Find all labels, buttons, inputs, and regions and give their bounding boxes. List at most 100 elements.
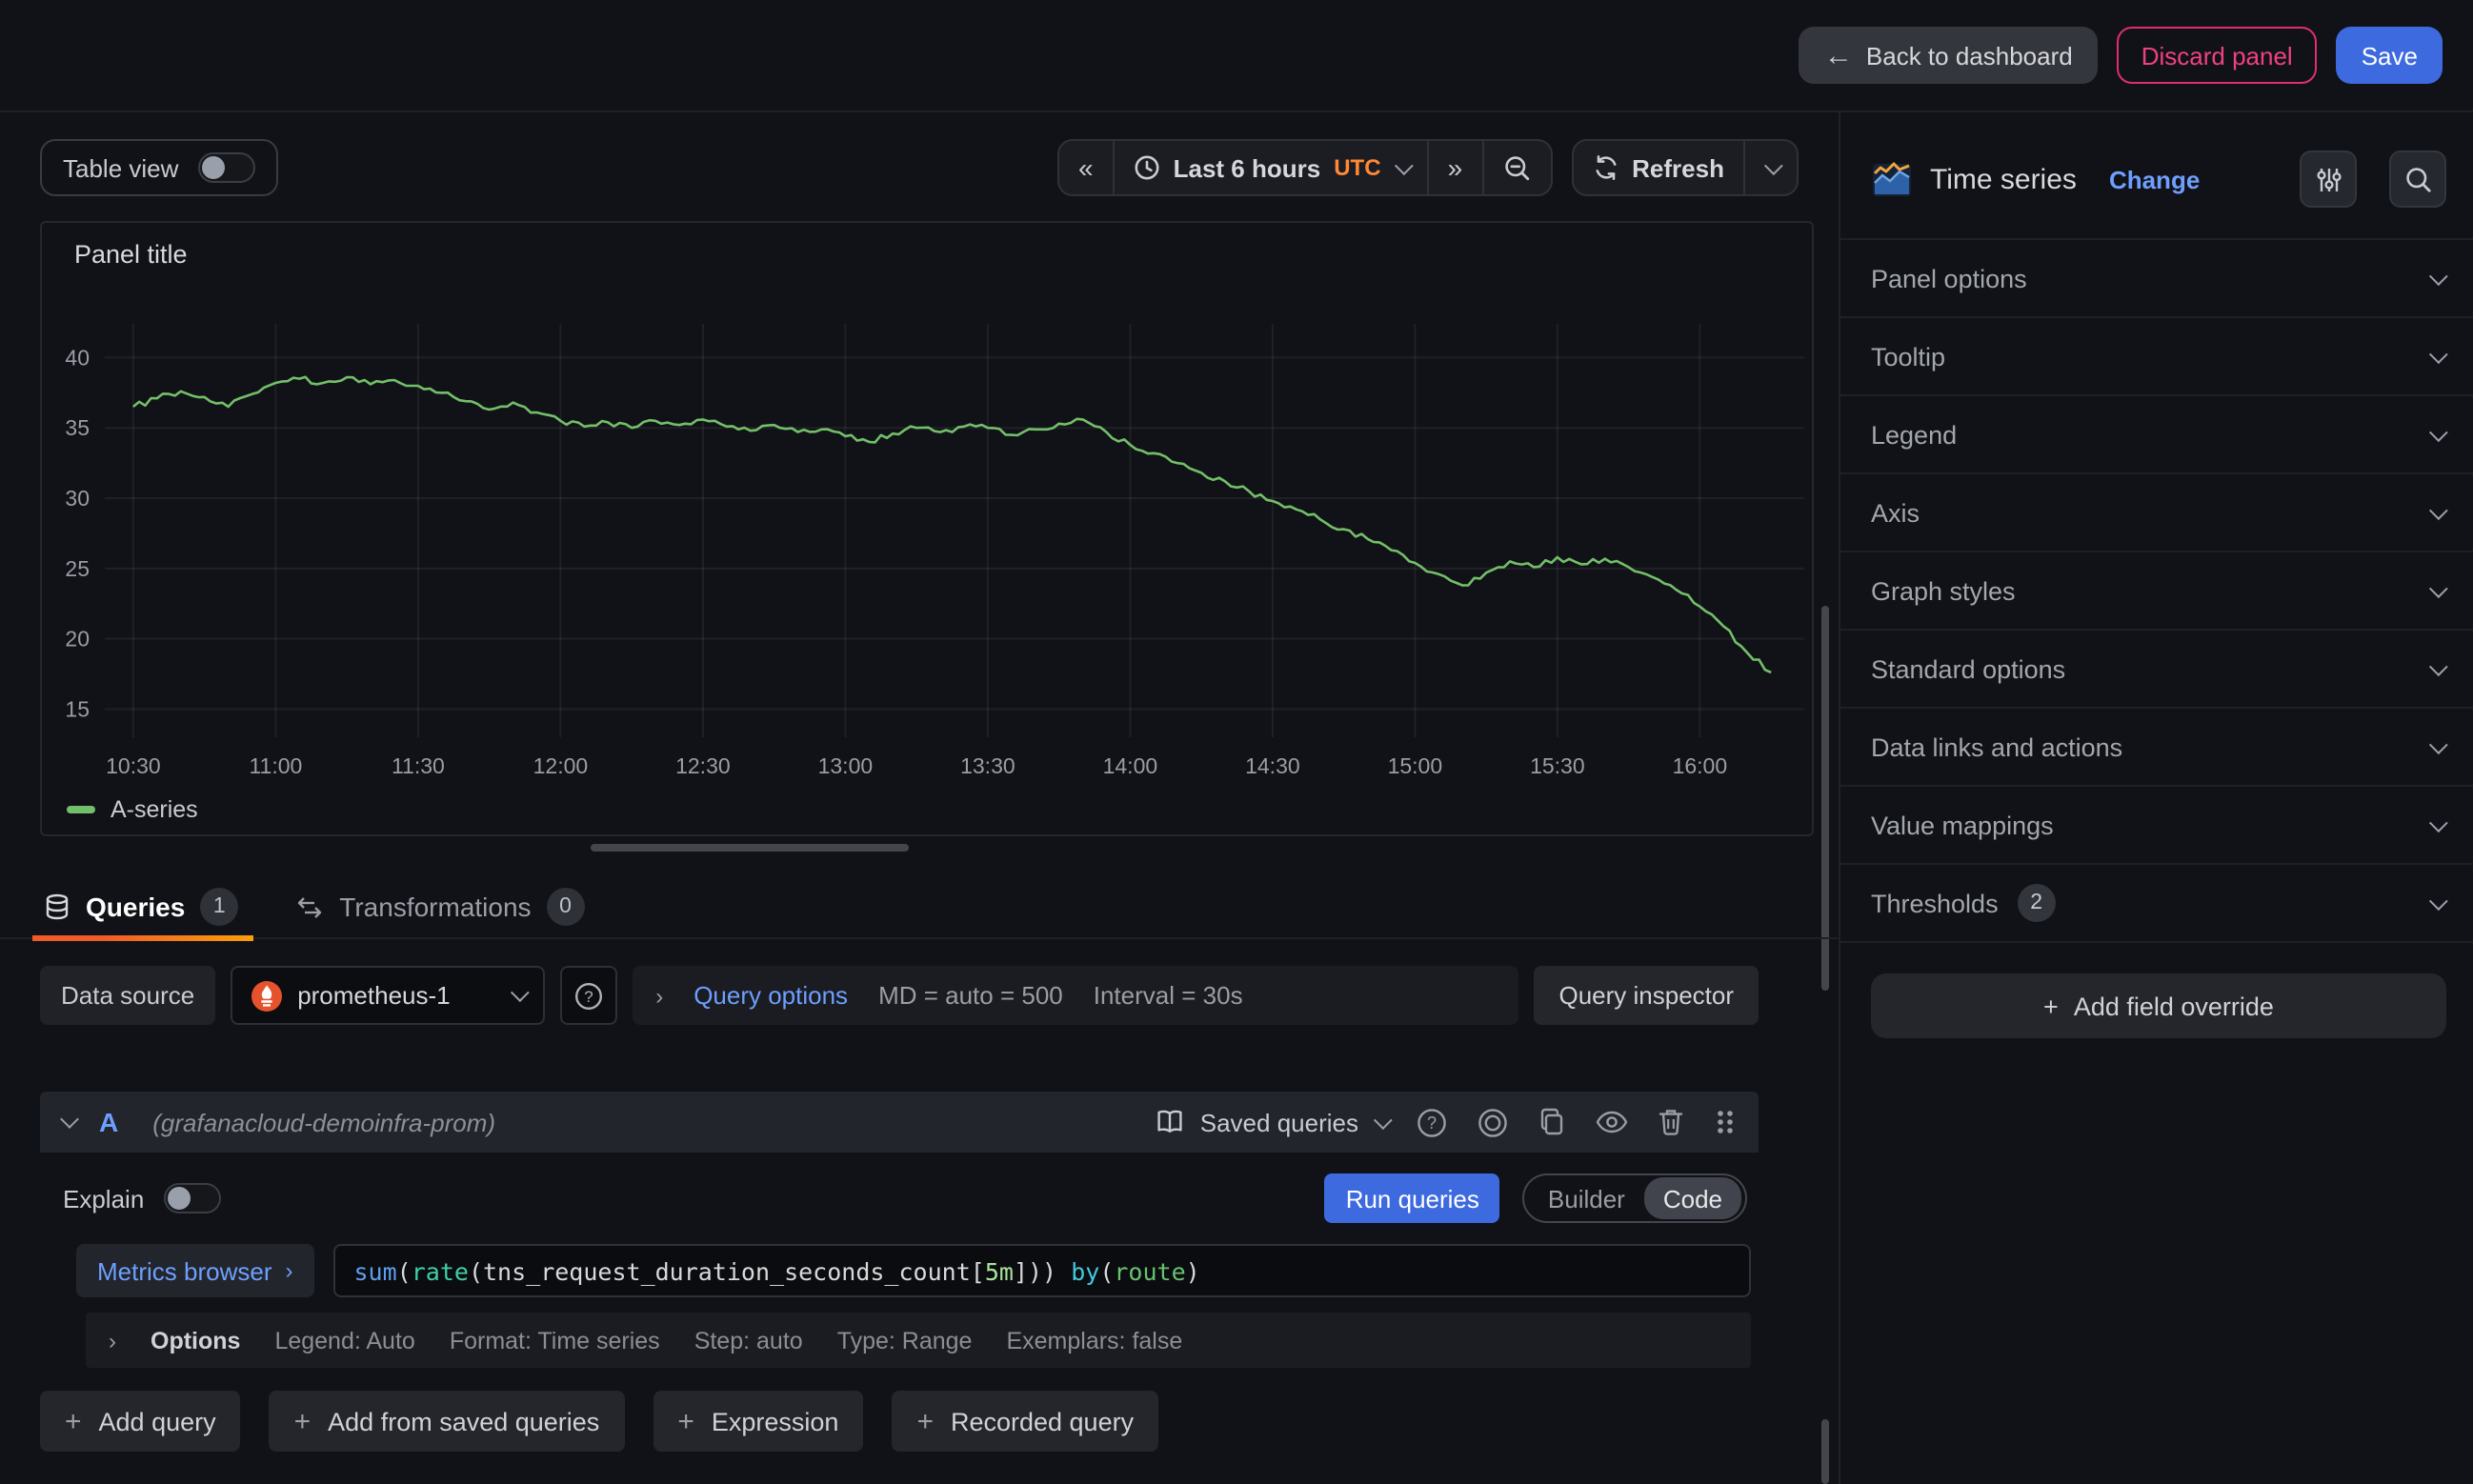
chevron-down-icon	[1394, 155, 1413, 174]
section-standard-options[interactable]: Standard options	[1840, 631, 2473, 709]
filter-options-button[interactable]	[2300, 150, 2357, 208]
series-color-swatch	[67, 806, 95, 813]
save-button[interactable]: Save	[2337, 27, 2443, 84]
tab-transformations[interactable]: Transformations 0	[292, 875, 588, 938]
table-view-toggle[interactable]: Table view	[40, 139, 277, 196]
plus-icon: +	[677, 1405, 694, 1437]
run-queries-button[interactable]: Run queries	[1325, 1173, 1500, 1223]
query-ref-id: A	[99, 1107, 118, 1137]
refresh-button[interactable]: Refresh	[1573, 141, 1745, 194]
series-name: A-series	[111, 796, 198, 823]
query-editor-row: A (grafanacloud-demoinfra-prom) Saved qu…	[40, 1092, 1759, 1368]
options-sections: Panel options Tooltip Legend Axis Graph …	[1840, 238, 2473, 943]
active-tab-underline	[32, 934, 253, 940]
query-datasource-hint: (grafanacloud-demoinfra-prom)	[152, 1108, 1132, 1136]
builder-code-switcher: Builder Code	[1523, 1173, 1747, 1223]
search-options-button[interactable]	[2389, 150, 2446, 208]
explain-switch[interactable]	[163, 1183, 220, 1213]
query-expression-row: Metrics browser › sum ( rate ( tns_reque…	[76, 1244, 1759, 1297]
horizontal-scrollbar[interactable]	[591, 844, 909, 852]
time-range-button[interactable]: Last 6 hours UTC	[1115, 141, 1429, 194]
drag-handle-icon[interactable]	[1713, 1107, 1736, 1137]
query-row-header[interactable]: A (grafanacloud-demoinfra-prom) Saved qu…	[40, 1092, 1759, 1153]
grafana-panel-editor: ← Back to dashboard Discard panel Save T…	[0, 0, 2473, 1484]
panel-title: Panel title	[74, 240, 188, 269]
section-thresholds[interactable]: Thresholds 2	[1840, 865, 2473, 943]
transformations-count-badge: 0	[547, 888, 585, 926]
chevron-right-icon: ›	[109, 1327, 116, 1354]
refresh-icon	[1592, 154, 1619, 181]
metrics-browser-button[interactable]: Metrics browser ›	[76, 1244, 314, 1297]
panel-preview[interactable]: Panel title 10:3011:0011:3012:0012:3013:…	[40, 221, 1814, 836]
time-controls: « Last 6 hours UTC »	[1057, 139, 1799, 196]
saved-queries-dropdown[interactable]: Saved queries	[1155, 1108, 1387, 1136]
chevron-down-icon	[2429, 500, 2448, 519]
add-recorded-query-button[interactable]: + Recorded query	[892, 1391, 1158, 1452]
hide-response-icon[interactable]	[1595, 1109, 1629, 1135]
section-axis[interactable]: Axis	[1840, 474, 2473, 552]
svg-text:16:00: 16:00	[1673, 753, 1728, 778]
datasource-help-button[interactable]: ?	[560, 966, 617, 1025]
code-option[interactable]: Code	[1644, 1177, 1741, 1219]
svg-text:?: ?	[584, 987, 593, 1005]
section-graph-styles[interactable]: Graph styles	[1840, 552, 2473, 631]
table-view-switch[interactable]	[197, 152, 254, 183]
svg-text:14:00: 14:00	[1103, 753, 1158, 778]
query-row-body: Explain Run queries Builder Code	[40, 1153, 1759, 1368]
prometheus-icon	[251, 980, 282, 1011]
change-viz-link[interactable]: Change	[2109, 165, 2267, 193]
add-from-saved-queries-button[interactable]: + Add from saved queries	[270, 1391, 625, 1452]
svg-text:10:30: 10:30	[106, 753, 161, 778]
query-row-actions: Saved queries ?	[1155, 1106, 1736, 1138]
section-panel-options[interactable]: Panel options	[1840, 240, 2473, 318]
datasource-name: prometheus-1	[297, 981, 495, 1010]
builder-option[interactable]: Builder	[1529, 1184, 1644, 1213]
plus-icon: +	[294, 1405, 312, 1437]
query-options-collapse[interactable]: › Query options MD = auto = 500 Interval…	[633, 966, 1518, 1025]
zoom-out-icon	[1502, 153, 1531, 182]
zoom-out-button[interactable]	[1483, 141, 1550, 194]
max-data-points: MD = auto = 500	[878, 981, 1063, 1010]
add-expression-button[interactable]: + Expression	[653, 1391, 863, 1452]
collapse-chevron-icon[interactable]	[60, 1110, 79, 1129]
time-shift-forward-button[interactable]: »	[1429, 141, 1484, 194]
time-series-viz-icon	[1871, 158, 1913, 200]
time-series-chart[interactable]: 10:3011:0011:3012:0012:3013:0013:3014:00…	[42, 276, 1812, 832]
time-shift-back-button[interactable]: «	[1059, 141, 1115, 194]
visualization-header: Time series Change	[1840, 112, 2473, 208]
tab-queries[interactable]: Queries 1	[40, 875, 242, 938]
promql-expression-input[interactable]: sum ( rate ( tns_request_duration_second…	[333, 1244, 1752, 1297]
help-icon[interactable]: ?	[1416, 1106, 1448, 1138]
panel-toolbar: Table view « Last 6 hours UTC	[40, 139, 1799, 196]
add-query-button[interactable]: + Add query	[40, 1391, 241, 1452]
query-options-row[interactable]: › Options Legend: Auto Format: Time seri…	[86, 1313, 1751, 1368]
discard-panel-button[interactable]: Discard panel	[2117, 27, 2318, 84]
section-tooltip[interactable]: Tooltip	[1840, 318, 2473, 396]
section-value-mappings[interactable]: Value mappings	[1840, 787, 2473, 865]
book-icon	[1155, 1109, 1185, 1135]
top-bar: ← Back to dashboard Discard panel Save	[0, 0, 2473, 112]
duplicate-query-icon[interactable]	[1538, 1107, 1566, 1137]
chevron-down-icon	[511, 983, 530, 1002]
delete-query-icon[interactable]	[1658, 1107, 1684, 1137]
back-to-dashboard-button[interactable]: ← Back to dashboard	[1799, 27, 2098, 84]
sliders-icon	[2314, 165, 2342, 193]
refresh-interval-dropdown[interactable]	[1745, 141, 1797, 194]
legend-item[interactable]: A-series	[67, 796, 198, 823]
add-field-override-button[interactable]: + Add field override	[1871, 973, 2446, 1038]
datasource-label: Data source	[40, 966, 215, 1025]
vertical-scrollbar-lower[interactable]	[1821, 1419, 1829, 1484]
disable-query-icon[interactable]	[1477, 1106, 1509, 1138]
section-data-links[interactable]: Data links and actions	[1840, 709, 2473, 787]
datasource-picker[interactable]: prometheus-1	[231, 966, 545, 1025]
svg-text:15:30: 15:30	[1530, 753, 1585, 778]
explain-toggle[interactable]: Explain	[63, 1183, 220, 1213]
query-inspector-button[interactable]: Query inspector	[1534, 966, 1759, 1025]
section-legend[interactable]: Legend	[1840, 396, 2473, 474]
svg-text:25: 25	[65, 556, 90, 581]
chevron-down-icon	[2429, 734, 2448, 753]
datasource-row: Data source prometheus-1 ?	[40, 966, 1759, 1025]
chevron-right-icon: ›	[286, 1257, 293, 1284]
chevron-down-icon	[2429, 891, 2448, 910]
clock-icon	[1134, 154, 1160, 181]
